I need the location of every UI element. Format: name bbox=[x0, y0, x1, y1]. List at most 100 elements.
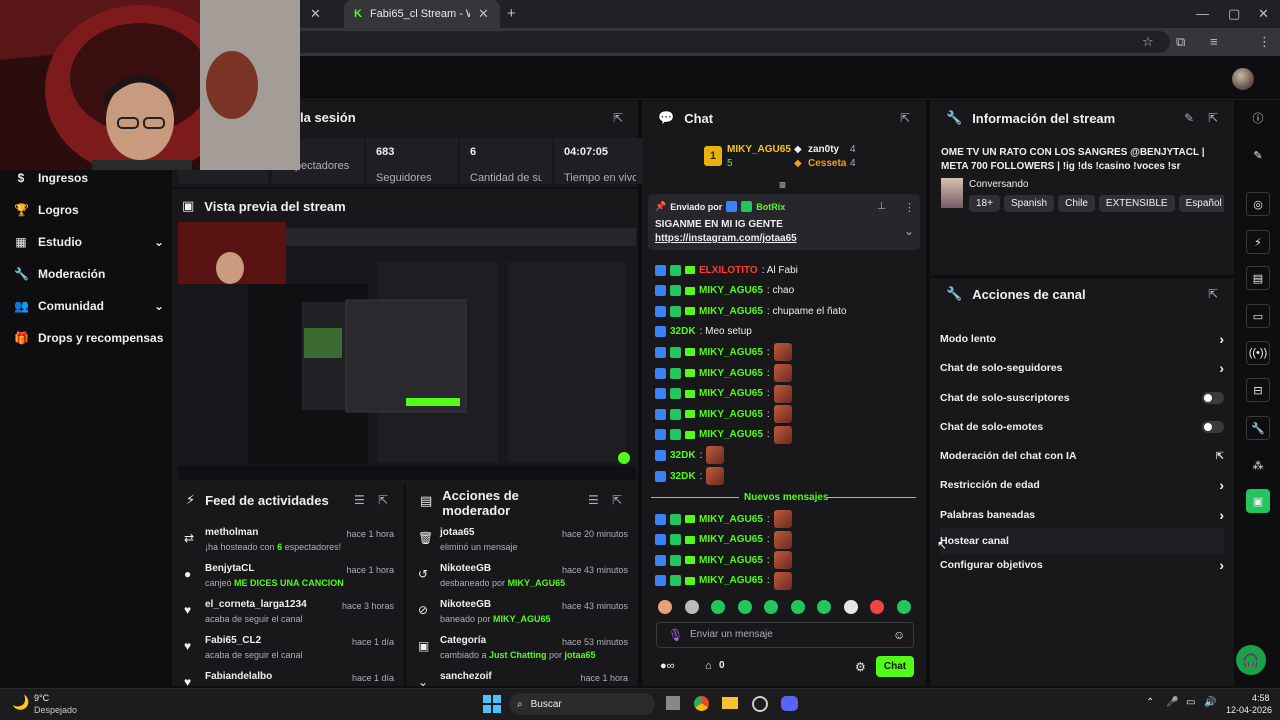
new-tab-button[interactable]: + bbox=[507, 5, 516, 22]
emoji-icon[interactable]: ☺ bbox=[893, 628, 905, 642]
channel-action-2[interactable]: Chat de solo-suscriptores bbox=[940, 385, 1224, 411]
emote-picker-icon[interactable] bbox=[870, 600, 884, 614]
popout-icon[interactable]: ⇱ bbox=[1208, 287, 1218, 301]
emote-picker-icon[interactable] bbox=[711, 600, 725, 614]
channel-action-0[interactable]: Modo lento › bbox=[940, 326, 1224, 352]
toggle-switch[interactable] bbox=[1202, 421, 1224, 433]
network-icon[interactable]: ▭ bbox=[1186, 697, 1195, 708]
close-icon[interactable]: ✕ bbox=[478, 6, 489, 22]
nav-item-moderaci-n[interactable]: 🔧 Moderación bbox=[14, 262, 164, 286]
external-link-icon[interactable]: ⇱ bbox=[1216, 451, 1224, 462]
windows-start-icon[interactable] bbox=[483, 695, 501, 713]
avatar[interactable] bbox=[1232, 68, 1254, 90]
broadcast-icon[interactable]: ((•)) bbox=[1246, 341, 1270, 365]
channel-action-3[interactable]: Chat de solo-emotes bbox=[940, 414, 1224, 440]
mic-tray-icon[interactable]: 🎤 bbox=[1166, 697, 1178, 708]
chevron-right-icon[interactable]: › bbox=[1219, 557, 1224, 573]
target-icon[interactable]: ◎ bbox=[1246, 192, 1270, 216]
store-icon[interactable]: ⌂ bbox=[705, 660, 712, 672]
chat-username[interactable]: MIKY_AGU65 bbox=[699, 368, 763, 379]
emote-picker-icon[interactable] bbox=[817, 600, 831, 614]
nav-item-drops-y-recompensas[interactable]: 🎁 Drops y recompensas bbox=[14, 326, 164, 350]
nav-item-estudio[interactable]: ▦ Estudio ⌄ bbox=[14, 230, 164, 254]
emote-picker-icon[interactable] bbox=[896, 600, 911, 614]
tag-3[interactable]: EXTENSIBLE bbox=[1098, 195, 1175, 212]
chat-username[interactable]: MIKY_AGU65 bbox=[699, 347, 763, 358]
tab-stream[interactable]: K Fabi65_cl Stream - Watch L ✕ bbox=[344, 0, 500, 28]
taskview-icon[interactable] bbox=[666, 696, 680, 710]
chevron-right-icon[interactable]: › bbox=[1219, 360, 1224, 376]
extensions-icon[interactable]: ⧉ bbox=[1176, 34, 1185, 50]
chevron-down-icon[interactable]: ⌄ bbox=[904, 224, 914, 238]
popout-icon[interactable]: ⇱ bbox=[613, 111, 623, 125]
close-icon[interactable]: ✕ bbox=[310, 6, 321, 22]
chevron-right-icon[interactable]: › bbox=[1219, 331, 1224, 347]
menu-dots-icon[interactable]: ⋮ bbox=[1258, 34, 1271, 50]
volume-icon[interactable]: 🔊 bbox=[1204, 697, 1216, 708]
chat-username[interactable]: MIKY_AGU65 bbox=[699, 555, 763, 566]
emote-picker-icon[interactable] bbox=[843, 600, 858, 614]
window-close-icon[interactable]: ✕ bbox=[1258, 6, 1269, 22]
nav-item-logros[interactable]: 🏆 Logros bbox=[14, 198, 164, 222]
popout-icon[interactable]: ⇱ bbox=[612, 493, 622, 507]
obs-app-icon[interactable] bbox=[752, 696, 768, 712]
chat-username[interactable]: 32DK bbox=[670, 471, 696, 482]
chevron-right-icon[interactable]: › bbox=[1219, 477, 1224, 493]
document-icon[interactable]: ▤ bbox=[1246, 266, 1270, 290]
tray-chevron-icon[interactable]: ⌃ bbox=[1146, 697, 1154, 708]
chrome-app-icon[interactable] bbox=[694, 696, 709, 711]
url-input[interactable] bbox=[290, 31, 1170, 53]
chevron-right-icon[interactable]: › bbox=[1219, 507, 1224, 523]
popout-icon[interactable]: ⇱ bbox=[378, 493, 388, 507]
emote-picker-icon[interactable] bbox=[684, 600, 699, 614]
pencil-icon[interactable]: ✎ bbox=[1246, 143, 1270, 167]
expand-handle-icon[interactable]: ≡ bbox=[779, 178, 786, 192]
game-icon[interactable]: ▣ bbox=[1246, 489, 1270, 513]
emote-picker-icon[interactable] bbox=[790, 600, 805, 614]
media-icon[interactable]: ≡ bbox=[1210, 34, 1218, 49]
discord-app-icon[interactable] bbox=[781, 696, 798, 711]
chevron-down-icon[interactable]: ⌄ bbox=[154, 235, 164, 249]
send-chat-button[interactable]: Chat bbox=[876, 656, 914, 677]
emote-picker-icon[interactable] bbox=[658, 600, 672, 614]
support-headset-icon[interactable]: 🎧 bbox=[1236, 645, 1266, 675]
file-explorer-icon[interactable] bbox=[722, 697, 738, 709]
points-icon[interactable]: ●∞ bbox=[660, 660, 675, 672]
chat-username[interactable]: ELXILOTITO bbox=[699, 265, 758, 276]
chat-username[interactable]: MIKY_AGU65 bbox=[699, 534, 763, 545]
popout-icon[interactable]: ⇱ bbox=[900, 111, 910, 125]
more-options-icon[interactable]: ⋮ bbox=[904, 201, 915, 214]
chat-username[interactable]: 32DK bbox=[670, 450, 696, 461]
chat-username[interactable]: 32DK bbox=[670, 326, 696, 337]
filter-icon[interactable]: ☰ bbox=[354, 493, 365, 507]
maximize-icon[interactable]: ▢ bbox=[1228, 6, 1240, 22]
settings-gear-icon[interactable]: ⚙ bbox=[855, 660, 866, 674]
stream-preview[interactable] bbox=[178, 222, 636, 480]
emote-picker-icon[interactable] bbox=[737, 600, 752, 614]
layout-icon[interactable]: ⊟ bbox=[1246, 378, 1270, 402]
bookmark-star-icon[interactable]: ☆ bbox=[1142, 34, 1154, 50]
chat-icon[interactable]: ▭ bbox=[1246, 304, 1270, 328]
chat-username[interactable]: MIKY_AGU65 bbox=[699, 388, 763, 399]
channel-action-5[interactable]: Restricción de edad › bbox=[940, 472, 1224, 498]
tag-4[interactable]: Español bbox=[1178, 195, 1224, 212]
mic-icon[interactable]: 🎙 bbox=[668, 628, 683, 642]
channel-action-7[interactable]: Hostear canal bbox=[940, 528, 1224, 554]
chevron-down-icon[interactable]: ⌄ bbox=[154, 299, 164, 313]
taskbar-search[interactable]: ⌕ Buscar bbox=[509, 693, 655, 715]
chat-username[interactable]: MIKY_AGU65 bbox=[699, 285, 763, 296]
edit-pencil-icon[interactable]: ✎ bbox=[1184, 111, 1194, 125]
channel-action-6[interactable]: Palabras baneadas › bbox=[940, 502, 1224, 528]
chat-username[interactable]: MIKY_AGU65 bbox=[699, 429, 763, 440]
wrench-icon[interactable]: 🔧 bbox=[1246, 416, 1270, 440]
people-icon[interactable]: ⁂ bbox=[1246, 453, 1270, 477]
pin-icon[interactable]: ⊥ bbox=[877, 201, 886, 212]
chat-username[interactable]: MIKY_AGU65 bbox=[699, 306, 763, 317]
tag-0[interactable]: 18+ bbox=[969, 195, 1000, 212]
chat-username[interactable]: MIKY_AGU65 bbox=[699, 575, 763, 586]
bolt-icon[interactable]: ⚡ bbox=[1246, 230, 1270, 254]
filter-icon[interactable]: ☰ bbox=[588, 493, 599, 507]
emote-picker-icon[interactable] bbox=[764, 600, 778, 614]
chat-username[interactable]: MIKY_AGU65 bbox=[699, 409, 763, 420]
channel-action-1[interactable]: Chat de solo-seguidores › bbox=[940, 355, 1224, 381]
